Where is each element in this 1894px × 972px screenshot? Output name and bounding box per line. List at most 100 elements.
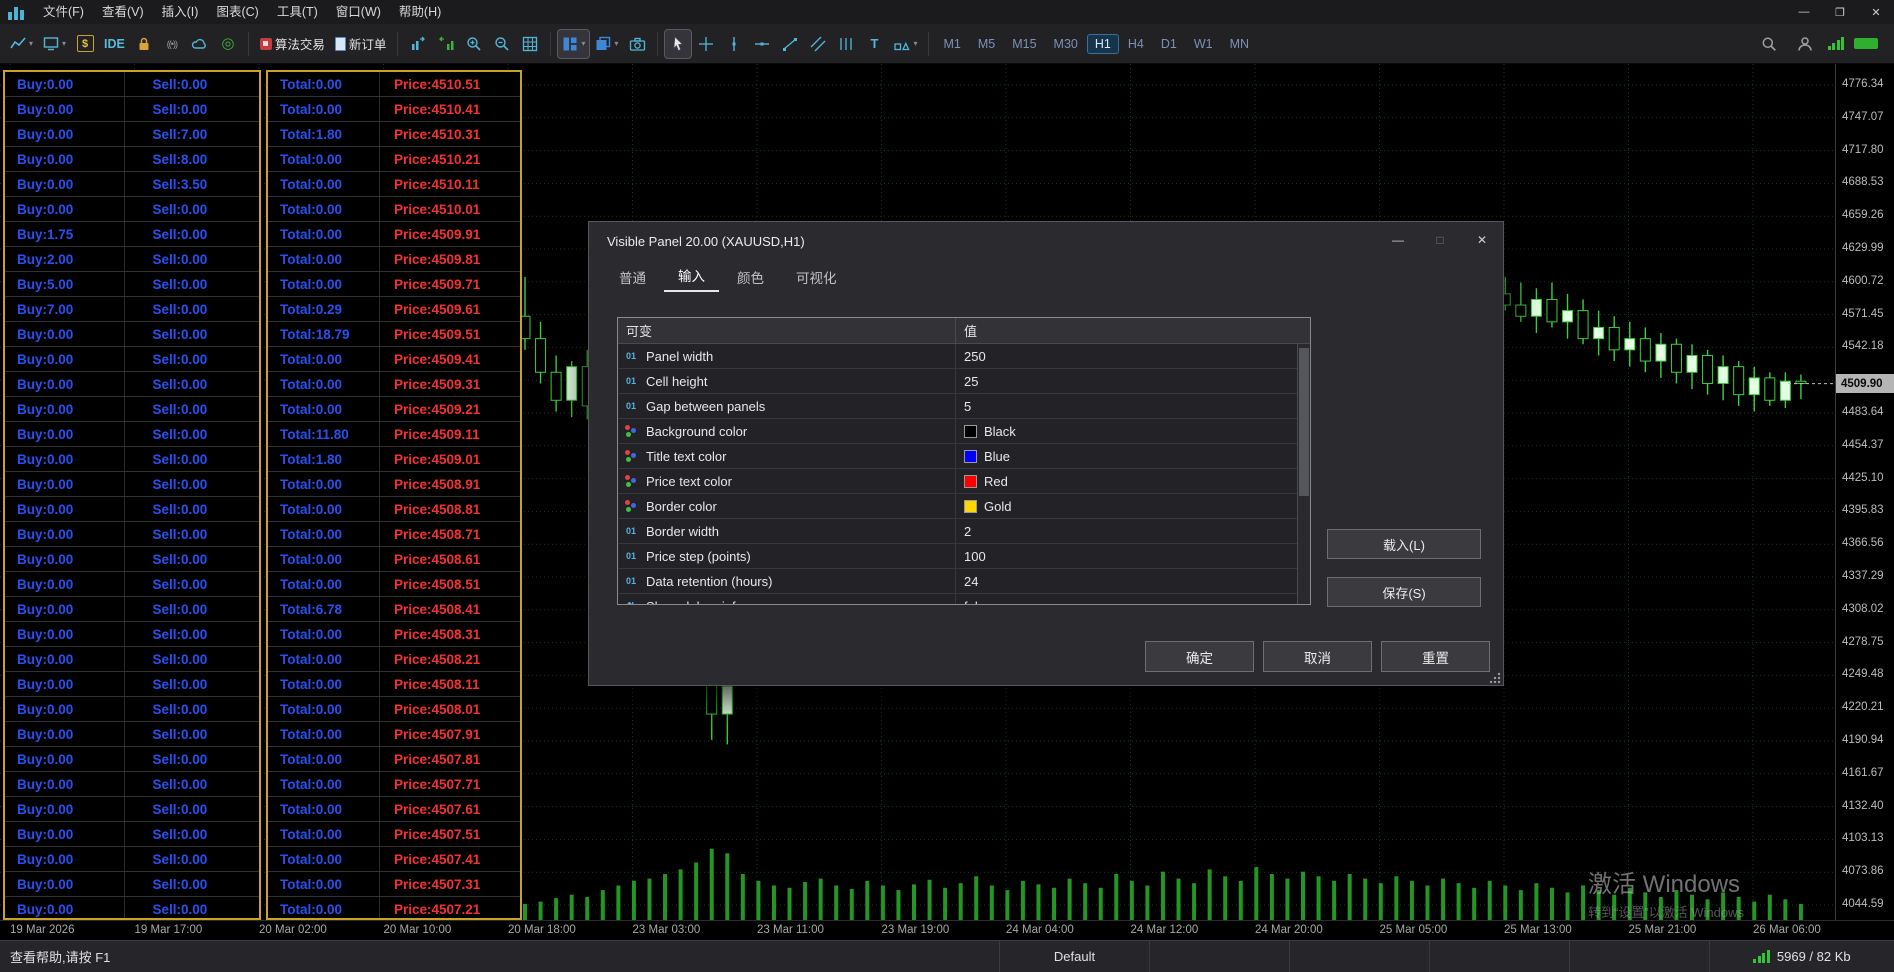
timeframe-m30[interactable]: M30 (1047, 35, 1085, 53)
depth-row: Total:0.00Price:4509.91 (268, 222, 520, 247)
grid-toggle-button[interactable] (517, 30, 543, 58)
settings-row[interactable]: 01Gap between panels5 (618, 394, 1310, 419)
menu-item-help[interactable]: 帮助(H) (390, 5, 450, 19)
timeframe-h4[interactable]: H4 (1121, 35, 1151, 53)
param-value-cell[interactable]: false (956, 594, 1310, 605)
grid-icon (522, 36, 538, 52)
profile-selector[interactable]: Default (999, 941, 1149, 972)
param-value-cell[interactable]: 100 (956, 544, 1310, 568)
horizontal-line-tool-button[interactable] (749, 30, 775, 58)
dialog-minimize-button[interactable]: — (1377, 222, 1419, 258)
zoom-in-button[interactable] (461, 30, 487, 58)
text-tool-button[interactable]: T (861, 30, 887, 58)
minimize-button[interactable]: — (1786, 0, 1822, 24)
price-cell: Price:4507.71 (380, 772, 520, 796)
auto-scroll-button[interactable] (405, 30, 431, 58)
toolbar-separator (657, 32, 658, 56)
close-button[interactable]: ✕ (1858, 0, 1894, 24)
param-value-cell[interactable]: Blue (956, 444, 1310, 468)
traffic-indicator: 5969 / 82 Kb (1709, 941, 1894, 972)
dialog-titlebar[interactable]: Visible Panel 20.00 (XAUUSD,H1) — □ ✕ (589, 222, 1503, 260)
settings-row[interactable]: Title text colorBlue (618, 444, 1310, 469)
zoom-out-button[interactable] (489, 30, 515, 58)
settings-row[interactable]: 01Cell height25 (618, 369, 1310, 394)
signal-button[interactable]: ((•)) (159, 30, 185, 58)
depth-row: Total:0.00Price:4507.51 (268, 822, 520, 847)
algo-status-button[interactable]: ◎ (215, 30, 241, 58)
menu-item-view[interactable]: 查看(V) (93, 5, 153, 19)
dialog-maximize-button[interactable]: □ (1419, 222, 1461, 258)
cloud-button[interactable] (187, 30, 213, 58)
settings-row[interactable]: Price text colorRed (618, 469, 1310, 494)
timeframe-h1[interactable]: H1 (1088, 35, 1118, 53)
timeframe-m15[interactable]: M15 (1005, 35, 1043, 53)
timeframe-m1[interactable]: M1 (936, 35, 967, 53)
menu-item-charts[interactable]: 图表(C) (207, 5, 267, 19)
param-value-cell[interactable]: 2 (956, 519, 1310, 543)
timeframe-w1[interactable]: W1 (1187, 35, 1220, 53)
new-chart-button[interactable]: ▾ (39, 30, 70, 58)
channel-tool-button[interactable] (805, 30, 831, 58)
crosshair-tool-button[interactable] (693, 30, 719, 58)
cursor-tool-button[interactable] (665, 30, 691, 58)
vertical-line-tool-button[interactable] (721, 30, 747, 58)
param-value-cell[interactable]: 25 (956, 369, 1310, 393)
timeframe-m5[interactable]: M5 (971, 35, 1002, 53)
cancel-button[interactable]: 取消 (1263, 641, 1372, 672)
menu-item-file[interactable]: 文件(F) (34, 5, 93, 19)
cycle-lines-tool-button[interactable] (833, 30, 859, 58)
settings-row[interactable]: 01Price step (points)100 (618, 544, 1310, 569)
trendline-tool-button[interactable] (777, 30, 803, 58)
screenshot-button[interactable] (624, 30, 650, 58)
dialog-tab-3[interactable]: 可视化 (782, 262, 851, 292)
settings-row[interactable]: ⇅Show debug infofalse (618, 594, 1310, 605)
dialog-tab-2[interactable]: 颜色 (723, 262, 778, 292)
ide-button[interactable]: IDE (100, 30, 129, 58)
dialog-tab-1[interactable]: 输入 (664, 260, 719, 292)
param-value-cell[interactable]: 24 (956, 569, 1310, 593)
chart-shift-button[interactable] (433, 30, 459, 58)
table-scrollbar[interactable] (1297, 344, 1310, 604)
algo-trading-button[interactable]: 算法交易 (256, 30, 329, 58)
settings-row[interactable]: 01Data retention (hours)24 (618, 569, 1310, 594)
restore-button[interactable]: ❐ (1822, 0, 1858, 24)
dialog-resize-grip[interactable] (1490, 672, 1501, 683)
cascade-windows-button[interactable]: ▾ (591, 30, 622, 58)
price-axis[interactable]: 4509.90 4776.344747.074717.804688.534659… (1835, 64, 1894, 920)
timeframe-mn[interactable]: MN (1223, 35, 1256, 53)
scrollbar-thumb[interactable] (1299, 348, 1309, 496)
time-axis[interactable]: 19 Mar 202619 Mar 17:0020 Mar 02:0020 Ma… (0, 920, 1894, 940)
param-value-cell[interactable]: 250 (956, 344, 1310, 368)
chart-type-button[interactable]: ▾ (6, 30, 37, 58)
menu-item-window[interactable]: 窗口(W) (327, 5, 390, 19)
time-label: 25 Mar 05:00 (1380, 924, 1448, 936)
dialog-close-button[interactable]: ✕ (1461, 222, 1503, 258)
save-button[interactable]: 保存(S) (1327, 577, 1481, 607)
total-cell: Total:1.80 (268, 447, 380, 471)
param-value-cell[interactable]: 5 (956, 394, 1310, 418)
settings-row[interactable]: 01Border width2 (618, 519, 1310, 544)
settings-row[interactable]: Border color Gold (618, 494, 1310, 519)
settings-row[interactable]: Background colorBlack (618, 419, 1310, 444)
total-cell: Total:0.00 (268, 472, 380, 496)
market-watch-button[interactable]: $ (72, 30, 98, 58)
objects-button[interactable]: ▾ (889, 30, 921, 58)
new-order-button[interactable]: 新订单 (331, 30, 391, 58)
param-value-cell[interactable]: Gold (956, 494, 1310, 518)
tile-windows-button[interactable]: ▾ (558, 30, 589, 58)
dialog-tab-0[interactable]: 普通 (605, 262, 660, 292)
settings-row[interactable]: 01Panel width250 (618, 344, 1310, 369)
param-value-cell[interactable]: Black (956, 419, 1310, 443)
search-button[interactable] (1756, 30, 1782, 58)
window-controls: — ❐ ✕ (1786, 0, 1894, 24)
timeframe-d1[interactable]: D1 (1154, 35, 1184, 53)
param-name: Border color (646, 499, 717, 514)
param-value-cell[interactable]: Red (956, 469, 1310, 493)
menu-item-tools[interactable]: 工具(T) (268, 5, 327, 19)
ok-button[interactable]: 确定 (1145, 641, 1254, 672)
account-button[interactable] (1792, 30, 1818, 58)
lock-button[interactable] (131, 30, 157, 58)
load-button[interactable]: 载入(L) (1327, 529, 1481, 559)
reset-button[interactable]: 重置 (1381, 641, 1490, 672)
menu-item-insert[interactable]: 插入(I) (153, 5, 208, 19)
